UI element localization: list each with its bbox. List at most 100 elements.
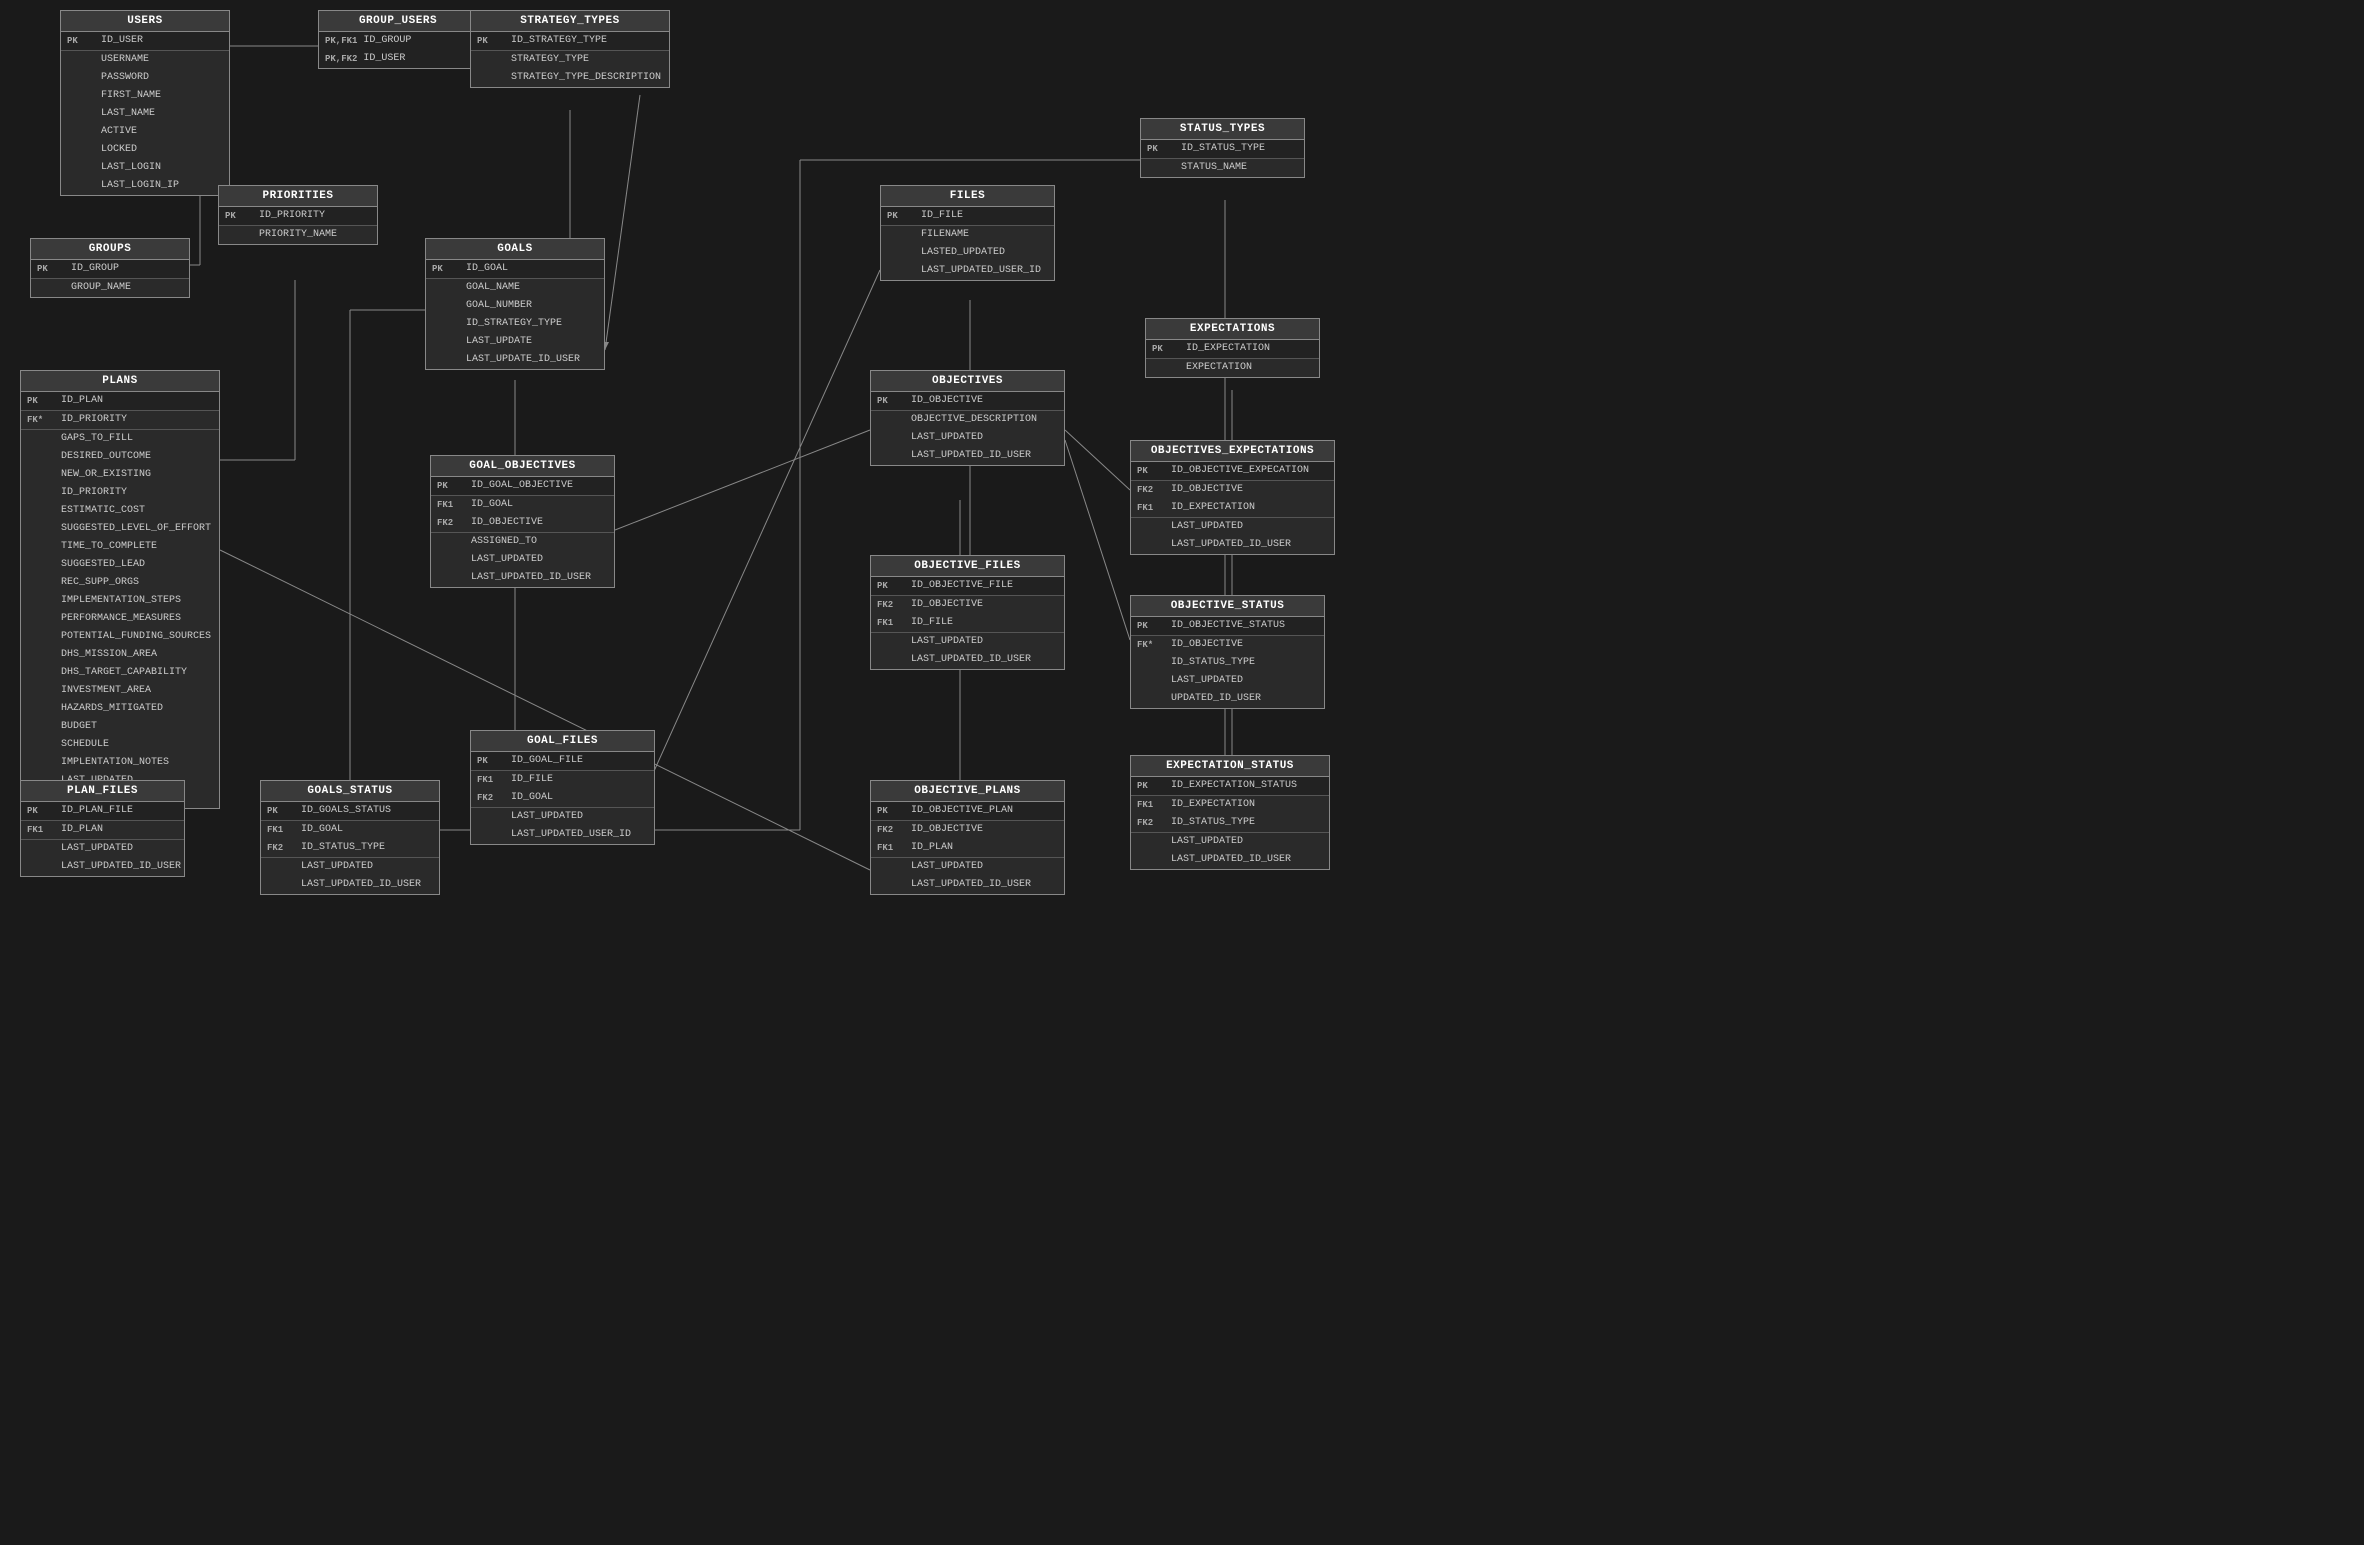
table-row: FK*ID_OBJECTIVE (1131, 636, 1324, 654)
key-label: PK,FK2 (325, 53, 357, 66)
table-header-expectation_status: EXPECTATION_STATUS (1131, 756, 1329, 777)
key-label: PK (432, 263, 460, 276)
field-name: ID_EXPECTATION_STATUS (1171, 779, 1297, 793)
table-header-objective_status: OBJECTIVE_STATUS (1131, 596, 1324, 617)
table-row: ACTIVE (61, 123, 229, 141)
field-name: ID_PRIORITY (61, 486, 127, 500)
table-row: FK1 ID_FILE (871, 614, 1064, 632)
table-goal_objectives: GOAL_OBJECTIVESPKID_GOAL_OBJECTIVEFK1ID_… (430, 455, 615, 588)
table-header-objective_files: OBJECTIVE_FILES (871, 556, 1064, 577)
table-row: LASTED_UPDATED (881, 244, 1054, 262)
key-label: PK (1137, 465, 1165, 478)
key-label: PK (1137, 620, 1165, 633)
key-label: PK (27, 395, 55, 408)
field-name: ID_STATUS_TYPE (301, 841, 385, 855)
table-header-expectations: EXPECTATIONS (1146, 319, 1319, 340)
table-group_users: GROUP_USERSPK,FK1ID_GROUPPK,FK2ID_USER (318, 10, 478, 69)
key-label: FK1 (1137, 502, 1165, 515)
table-row: PKID_USER (61, 32, 229, 50)
table-row: GOAL_NUMBER (426, 297, 604, 315)
table-header-plan_files: PLAN_FILES (21, 781, 184, 802)
table-row: PERFORMANCE_MEASURES (21, 610, 219, 628)
table-status_types: STATUS_TYPESPKID_STATUS_TYPESTATUS_NAME (1140, 118, 1305, 178)
field-name: ID_GOAL (301, 823, 343, 837)
table-row: PKID_GOAL_FILE (471, 752, 654, 770)
field-name: ID_FILE (921, 209, 963, 223)
field-name: ID_OBJECTIVE_PLAN (911, 804, 1013, 818)
field-name: EXPECTATION (1186, 361, 1252, 375)
field-name: ID_USER (363, 52, 405, 66)
key-label: PK (27, 805, 55, 818)
table-row: LAST_UPDATED (1131, 672, 1324, 690)
table-objective_files: OBJECTIVE_FILESPKID_OBJECTIVE_FILEFK2ID_… (870, 555, 1065, 670)
field-name: LAST_LOGIN_IP (101, 179, 179, 193)
key-label: FK2 (877, 824, 905, 837)
field-name: ID_FILE (911, 616, 953, 630)
table-row: TIME_TO_COMPLETE (21, 538, 219, 556)
table-objectives_expectations: OBJECTIVES_EXPECTATIONSPKID_OBJECTIVE_EX… (1130, 440, 1335, 555)
field-name: TIME_TO_COMPLETE (61, 540, 157, 554)
field-name: LAST_LOGIN (101, 161, 161, 175)
field-name: LAST_UPDATED (301, 860, 373, 874)
table-row: PKID_EXPECTATION_STATUS (1131, 777, 1329, 795)
key-label: PK (877, 805, 905, 818)
table-header-goals: GOALS (426, 239, 604, 260)
field-name: UPDATED_ID_USER (1171, 692, 1261, 706)
table-row: FK1ID_GOAL (261, 821, 439, 839)
field-name: LAST_UPDATED_USER_ID (511, 828, 631, 842)
field-name: ID_OBJECTIVE (911, 394, 983, 408)
table-row: PKID_GOAL (426, 260, 604, 278)
table-row: FK1ID_GOAL (431, 496, 614, 514)
key-label: PK (1147, 143, 1175, 156)
table-row: PKID_EXPECTATION (1146, 340, 1319, 358)
key-label: PK (877, 580, 905, 593)
field-name: LAST_UPDATED_ID_USER (1171, 853, 1291, 867)
field-name: ID_EXPECTATION (1171, 501, 1255, 515)
table-row: FK1ID_EXPECTATION (1131, 796, 1329, 814)
table-row: LAST_UPDATE_ID_USER (426, 351, 604, 369)
field-name: ID_GROUP (363, 34, 411, 48)
table-row: FK2ID_OBJECTIVE (431, 514, 614, 532)
field-name: ID_OBJECTIVE (1171, 638, 1243, 652)
table-row: PK ID_OBJECTIVE_EXPECATION (1131, 462, 1334, 480)
field-name: ASSIGNED_TO (471, 535, 537, 549)
table-row: SUGGESTED_LEVEL_OF_EFFORT (21, 520, 219, 538)
table-row: FK2ID_GOAL (471, 789, 654, 807)
table-row: ID_STATUS_TYPE (1131, 654, 1324, 672)
table-row: LAST_UPDATED_ID_USER (871, 876, 1064, 894)
key-label: PK (1152, 343, 1180, 356)
field-name: IMPLENTATION_NOTES (61, 756, 169, 770)
field-name: ID_PRIORITY (259, 209, 325, 223)
key-label: FK1 (877, 617, 905, 630)
field-name: DHS_TARGET_CAPABILITY (61, 666, 187, 680)
table-header-files: FILES (881, 186, 1054, 207)
table-row: IMPLENTATION_NOTES (21, 754, 219, 772)
field-name: LAST_UPDATED_ID_USER (471, 571, 591, 585)
table-row: ESTIMATIC_COST (21, 502, 219, 520)
field-name: ID_OBJECTIVE_EXPECATION (1171, 464, 1309, 478)
field-name: INVESTMENT_AREA (61, 684, 151, 698)
field-name: ID_OBJECTIVE (911, 823, 983, 837)
field-name: ID_PLAN (911, 841, 953, 855)
table-header-group_users: GROUP_USERS (319, 11, 477, 32)
field-name: ID_STRATEGY_TYPE (511, 34, 607, 48)
table-objectives: OBJECTIVESPKID_OBJECTIVEOBJECTIVE_DESCRI… (870, 370, 1065, 466)
table-row: IMPLEMENTATION_STEPS (21, 592, 219, 610)
key-label: FK1 (437, 499, 465, 512)
field-name: ID_STATUS_TYPE (1181, 142, 1265, 156)
table-row: LAST_UPDATED (1131, 518, 1334, 536)
table-row: HAZARDS_MITIGATED (21, 700, 219, 718)
field-name: IMPLEMENTATION_STEPS (61, 594, 181, 608)
field-name: ID_EXPECTATION (1171, 798, 1255, 812)
table-header-priorities: PRIORITIES (219, 186, 377, 207)
field-name: LAST_UPDATED (1171, 520, 1243, 534)
key-label: PK (477, 35, 505, 48)
key-label: FK* (27, 414, 55, 427)
field-name: STRATEGY_TYPE (511, 53, 589, 67)
diagram-canvas: USERSPKID_USERUSERNAMEPASSWORDFIRST_NAME… (0, 0, 2364, 1545)
table-row: LAST_UPDATED (1131, 833, 1329, 851)
table-objective_plans: OBJECTIVE_PLANSPKID_OBJECTIVE_PLANFK2ID_… (870, 780, 1065, 895)
field-name: ID_GOAL_FILE (511, 754, 583, 768)
key-label: FK2 (1137, 817, 1165, 830)
table-header-strategy_types: STRATEGY_TYPES (471, 11, 669, 32)
